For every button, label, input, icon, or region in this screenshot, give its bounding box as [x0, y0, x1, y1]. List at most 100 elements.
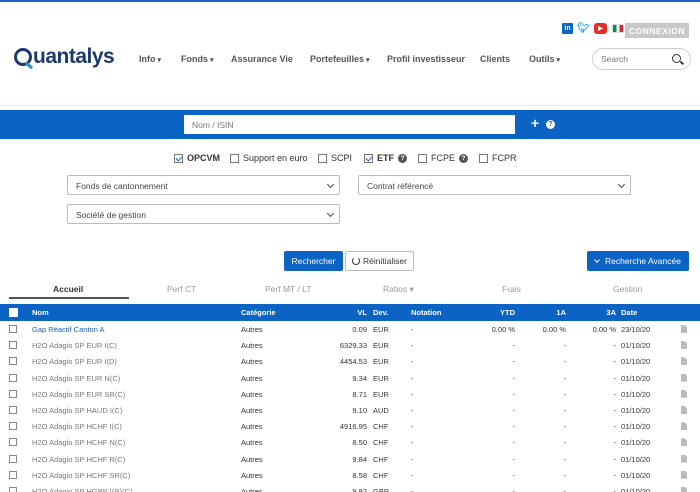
- table-row[interactable]: H2O Adagio SP EUR I(C) Autres 6329.33 EUR - -…: [0, 337, 700, 353]
- col-ytd[interactable]: YTD: [470, 308, 515, 317]
- row-select[interactable]: [9, 454, 17, 465]
- row-select[interactable]: [9, 438, 17, 448]
- cell-nom[interactable]: H2O Adagio SP HGBP I(R)(C): [32, 487, 133, 492]
- row-checkbox[interactable]: [9, 373, 17, 382]
- col-vl[interactable]: VL: [320, 308, 367, 317]
- header-search-input[interactable]: [601, 54, 671, 64]
- row-checkbox[interactable]: [9, 470, 17, 479]
- tab-gestion[interactable]: Gestion: [613, 284, 642, 294]
- filter-support-en-euro[interactable]: Support en euro: [230, 153, 308, 163]
- select-all-box[interactable]: [9, 308, 18, 317]
- cell-nom[interactable]: H2O Adagio SP EUR I(D): [32, 357, 117, 366]
- cell-nom[interactable]: H2O Adagio SP EUR SR(C): [32, 390, 125, 399]
- filter-scpi[interactable]: SCPI: [318, 153, 352, 163]
- header-search[interactable]: [592, 48, 691, 70]
- document-icon[interactable]: [681, 454, 687, 463]
- table-row[interactable]: Gap Réactif Canton A Autres 0.09 EUR - 0.00 %…: [0, 321, 700, 337]
- document-icon[interactable]: [681, 422, 687, 431]
- cell-nom[interactable]: H2O Adagio SP HCHF N(C): [32, 438, 125, 447]
- nav-item-info[interactable]: Info ▾: [139, 54, 161, 64]
- col-1a[interactable]: 1A: [530, 308, 566, 317]
- quantalys-logo[interactable]: uantalys: [14, 45, 115, 69]
- col-date[interactable]: Date: [621, 308, 637, 317]
- row-checkbox[interactable]: [9, 357, 17, 366]
- document-icon[interactable]: [681, 406, 687, 414]
- checkbox[interactable]: [479, 153, 488, 163]
- row-checkbox[interactable]: [9, 487, 17, 492]
- row-checkbox[interactable]: [9, 438, 17, 447]
- table-row[interactable]: H2O Adagio SP HCHF SR(C) Autres 8.58 CHF - - -…: [0, 467, 700, 483]
- cell-nom[interactable]: H2O Adagio SP HCHF I(C): [32, 422, 122, 431]
- row-select[interactable]: [9, 357, 17, 367]
- nav-item-portefeuilles[interactable]: Portefeuilles ▾: [310, 54, 370, 64]
- plus-icon[interactable]: +: [531, 116, 539, 130]
- help-icon[interactable]: ?: [398, 153, 407, 163]
- linkedin-icon[interactable]: in: [562, 23, 573, 34]
- tab-perf-mt-lt[interactable]: Perf MT / LT: [265, 284, 311, 294]
- cell-nom[interactable]: H2O Adagio SP HCHF SR(C): [32, 471, 130, 480]
- cell-nom[interactable]: H2O Adagio SP HCHF R(C): [32, 455, 125, 464]
- table-row[interactable]: H2O Adagio SP HCHF N(C) Autres 8.50 CHF - - - -…: [0, 434, 700, 450]
- filter-fcpr[interactable]: FCPR: [479, 153, 517, 163]
- cell-nom[interactable]: H2O Adagio SP HAUD I(C): [32, 406, 122, 415]
- help-icon[interactable]: ?: [546, 120, 555, 129]
- row-checkbox[interactable]: [9, 341, 17, 350]
- col-3a[interactable]: 3A: [580, 308, 616, 317]
- cell-nom[interactable]: H2O Adagio SP EUR I(C): [32, 341, 117, 350]
- select-all-checkbox[interactable]: [9, 308, 18, 319]
- nav-item-assurance-vie[interactable]: Assurance Vie: [231, 54, 293, 64]
- row-checkbox[interactable]: [9, 389, 17, 398]
- document-icon[interactable]: [681, 325, 687, 333]
- filter-etf[interactable]: ETF?: [364, 153, 407, 163]
- document-icon[interactable]: [681, 373, 687, 382]
- row-select[interactable]: [9, 406, 17, 416]
- row-select[interactable]: [9, 487, 17, 492]
- help-icon[interactable]: ?: [459, 153, 469, 163]
- table-row[interactable]: H2O Adagio SP EUR N(C) Autres 9.34 EUR - - - -0…: [0, 370, 700, 386]
- col-categorie[interactable]: Catégorie: [241, 308, 276, 317]
- cell-nom[interactable]: Gap Réactif Canton A: [32, 325, 105, 334]
- table-row[interactable]: H2O Adagio SP HGBP I(R)(C) Autres 9.82 GBP -…: [0, 483, 700, 492]
- row-select[interactable]: [9, 341, 17, 351]
- document-icon[interactable]: [681, 470, 687, 479]
- table-row[interactable]: H2O Adagio SP EUR I(D) Autres 4454.53 EUR - -…: [0, 353, 700, 369]
- table-row[interactable]: H2O Adagio SP HCHF R(C) Autres 9.84 CHF - - - -…: [0, 451, 700, 467]
- row-checkbox[interactable]: [9, 406, 17, 414]
- reinitialiser-button[interactable]: Réinitialiser: [345, 251, 414, 271]
- search-icon[interactable]: [672, 54, 681, 63]
- checkbox[interactable]: [364, 153, 373, 163]
- document-icon[interactable]: [681, 341, 687, 350]
- col-nom[interactable]: Nom: [32, 308, 49, 317]
- row-select[interactable]: [9, 470, 17, 481]
- nav-item-clients[interactable]: Clients: [480, 54, 510, 64]
- row-checkbox[interactable]: [9, 325, 17, 333]
- nav-item-fonds[interactable]: Fonds ▾: [181, 54, 213, 64]
- filter-opcvm[interactable]: OPCVM: [174, 153, 220, 163]
- checkbox[interactable]: [418, 153, 427, 163]
- row-select[interactable]: [9, 389, 17, 400]
- fonds-cantonnement-select[interactable]: Fonds de cantonnement: [67, 175, 340, 195]
- row-select[interactable]: [9, 422, 17, 432]
- col-dev[interactable]: Dev.: [373, 308, 388, 317]
- row-select[interactable]: [9, 373, 17, 384]
- document-icon[interactable]: [681, 438, 687, 447]
- table-row[interactable]: H2O Adagio SP EUR SR(C) Autres 8.71 EUR - - - -…: [0, 386, 700, 402]
- cell-nom[interactable]: H2O Adagio SP EUR N(C): [32, 374, 120, 383]
- tab-perf-ct[interactable]: Perf CT: [167, 284, 196, 294]
- tab-frais[interactable]: Frais: [502, 284, 521, 294]
- document-icon[interactable]: [681, 357, 687, 366]
- recherche-avancee-button[interactable]: Recherche Avancée: [587, 251, 689, 271]
- row-checkbox[interactable]: [9, 454, 17, 463]
- nav-item-outils[interactable]: Outils ▾: [529, 54, 560, 64]
- tab-ratios[interactable]: Ratios ▾: [383, 284, 414, 295]
- document-icon[interactable]: [681, 487, 687, 492]
- document-icon[interactable]: [681, 389, 687, 398]
- twitter-icon[interactable]: 🐦︎: [577, 23, 590, 34]
- nav-item-profil-investisseur[interactable]: Profil investisseur: [387, 54, 465, 64]
- italy-flag-icon[interactable]: [612, 24, 624, 33]
- table-row[interactable]: H2O Adagio SP HCHF I(C) Autres 4916.95 CHF -…: [0, 418, 700, 434]
- row-checkbox[interactable]: [9, 422, 17, 431]
- contrat-reference-select[interactable]: Contrat référencé: [358, 175, 631, 195]
- row-select[interactable]: [9, 325, 17, 335]
- connexion-button[interactable]: CONNEXION: [625, 23, 689, 38]
